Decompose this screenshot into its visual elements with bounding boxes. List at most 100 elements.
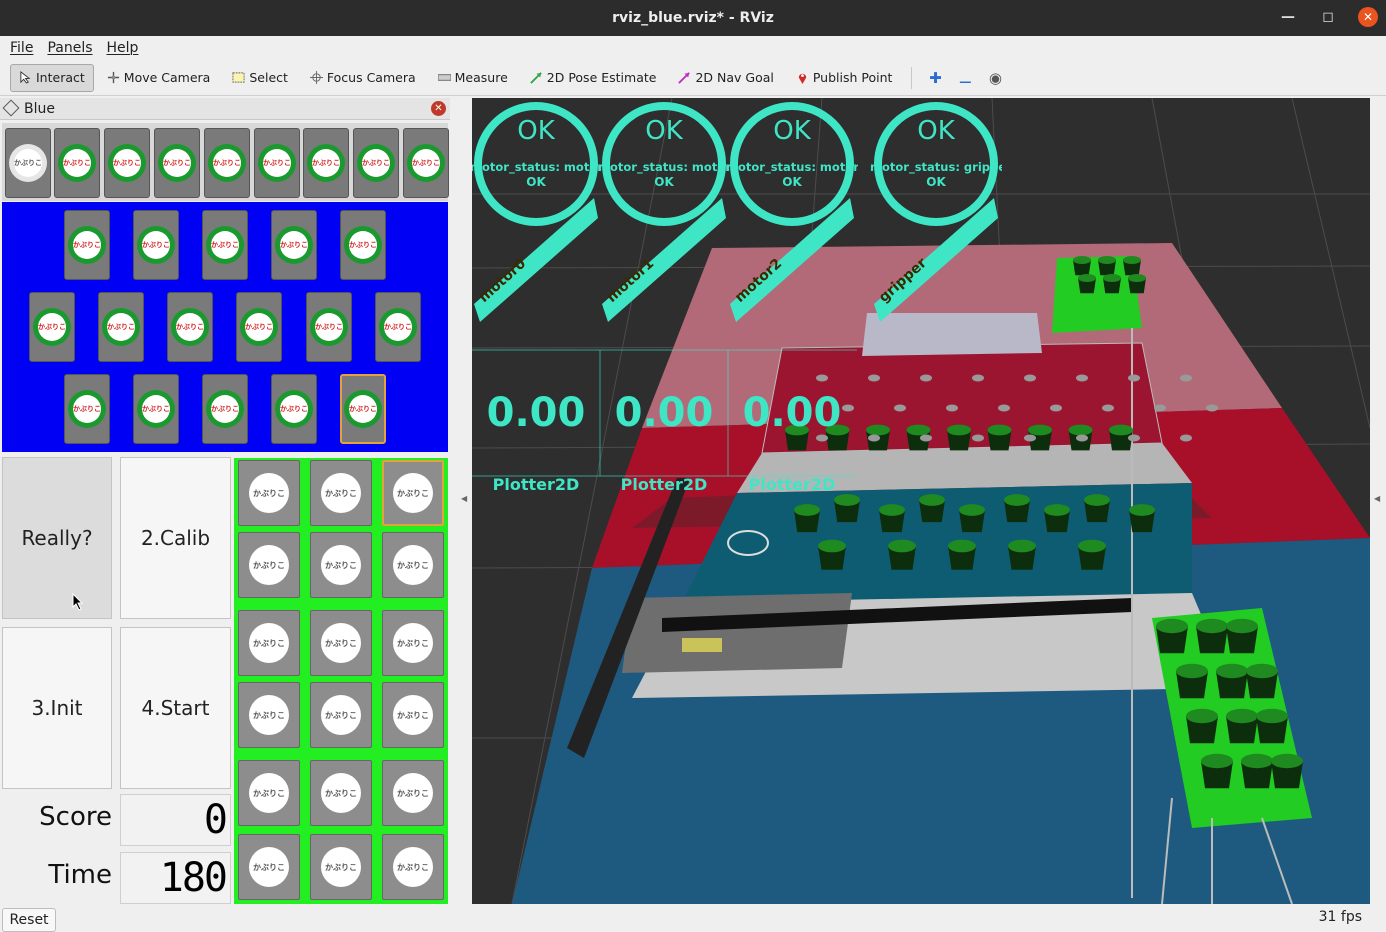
cup-icon bbox=[1044, 504, 1070, 533]
tool-label: Publish Point bbox=[812, 70, 893, 85]
tool-interact[interactable]: Interact bbox=[10, 63, 94, 92]
target-slot[interactable]: かぶりこ bbox=[238, 460, 300, 526]
chip-logo-icon: かぶりこ bbox=[357, 144, 395, 182]
chip-logo-icon: かぶりこ bbox=[208, 144, 246, 182]
gantry-carriage bbox=[622, 593, 852, 673]
remove-tool-icon[interactable]: ⚊ bbox=[952, 69, 978, 87]
motor-ok-label: OK bbox=[517, 116, 555, 146]
snack-chip[interactable]: かぶりこ bbox=[353, 128, 399, 198]
target-slot[interactable]: かぶりこ bbox=[238, 610, 300, 676]
panel-title: Blue bbox=[24, 100, 55, 117]
target-slot[interactable]: かぶりこ bbox=[310, 460, 372, 526]
snack-chip[interactable]: かぶりこ bbox=[303, 128, 349, 198]
target-slot[interactable]: かぶりこ bbox=[310, 532, 372, 598]
snack-chip[interactable]: かぶりこ bbox=[167, 292, 213, 362]
window-title: rviz_blue.rviz* - RViz bbox=[612, 10, 774, 26]
right-dock-splitter[interactable]: ◀ bbox=[1370, 98, 1386, 904]
target-slot[interactable]: かぶりこ bbox=[382, 834, 444, 900]
plot-value: 0.00 bbox=[486, 390, 586, 436]
snack-chip[interactable]: かぶりこ bbox=[202, 374, 248, 444]
target-slot[interactable]: かぶりこ bbox=[382, 610, 444, 676]
target-slot[interactable]: かぶりこ bbox=[310, 682, 372, 748]
snack-chip[interactable]: かぶりこ bbox=[236, 292, 282, 362]
snack-chip[interactable]: かぶりこ bbox=[154, 128, 200, 198]
tool-label: Measure bbox=[454, 70, 508, 85]
target-slot[interactable]: かぶりこ bbox=[382, 760, 444, 826]
menu-file[interactable]: File bbox=[10, 40, 33, 56]
snack-chip[interactable]: かぶりこ bbox=[202, 210, 248, 280]
tool-2d-pose-estimate[interactable]: 2D Pose Estimate bbox=[521, 64, 666, 92]
motor-status-widget: OK motor_status: motor1 OK motor1 0.00 P… bbox=[598, 98, 730, 498]
map-pin-icon bbox=[798, 73, 807, 84]
tool-measure[interactable]: Measure bbox=[429, 64, 517, 92]
snack-chip[interactable]: かぶりこ bbox=[64, 210, 110, 280]
target-slot[interactable]: かぶりこ bbox=[310, 760, 372, 826]
chip-logo-icon: かぶりこ bbox=[393, 773, 433, 813]
panel-close-icon[interactable]: ✕ bbox=[431, 101, 446, 116]
snack-chip[interactable]: かぶりこ bbox=[271, 210, 317, 280]
start-button[interactable]: 4.Start bbox=[120, 627, 231, 789]
add-tool-icon[interactable]: ✚ bbox=[922, 69, 948, 87]
cup-icon bbox=[1129, 504, 1155, 533]
target-slot[interactable]: かぶりこ bbox=[238, 532, 300, 598]
tool-label: 2D Nav Goal bbox=[695, 70, 774, 85]
snack-chip[interactable]: かぶりこ bbox=[254, 128, 300, 198]
init-button[interactable]: 3.Init bbox=[2, 627, 112, 789]
snack-chip[interactable]: かぶりこ bbox=[271, 374, 317, 444]
maximize-icon[interactable]: ◻ bbox=[1318, 6, 1338, 28]
tool-move-camera[interactable]: Move Camera bbox=[98, 64, 220, 92]
target-slot[interactable]: かぶりこ bbox=[238, 682, 300, 748]
snack-chip[interactable]: かぶりこ bbox=[204, 128, 250, 198]
snack-chip[interactable]: かぶりこ bbox=[403, 128, 449, 198]
chip-logo-icon: かぶりこ bbox=[310, 308, 348, 346]
snack-chip[interactable]: かぶりこ bbox=[5, 128, 51, 198]
motor-sub-label: OK bbox=[526, 175, 546, 189]
snack-chip[interactable]: かぶりこ bbox=[133, 374, 179, 444]
tool-focus-camera[interactable]: Focus Camera bbox=[301, 64, 425, 92]
snack-chip[interactable]: かぶりこ bbox=[104, 128, 150, 198]
snack-chip[interactable]: かぶりこ bbox=[98, 292, 144, 362]
eye-icon[interactable]: ◉ bbox=[982, 69, 1008, 87]
target-slot[interactable]: かぶりこ bbox=[382, 460, 444, 526]
menu-help[interactable]: Help bbox=[107, 40, 139, 56]
panel-splitter[interactable]: ◀ bbox=[456, 98, 472, 904]
target-slot[interactable]: かぶりこ bbox=[382, 532, 444, 598]
motor-caption: motor_status: gripper bbox=[870, 160, 1002, 174]
chip-logo-icon: かぶりこ bbox=[275, 226, 313, 264]
really-button[interactable]: Really? bbox=[2, 457, 112, 619]
calib-button[interactable]: 2.Calib bbox=[120, 457, 231, 619]
snack-chip[interactable]: かぶりこ bbox=[306, 292, 352, 362]
close-icon[interactable]: ✕ bbox=[1358, 7, 1378, 27]
target-slot[interactable]: かぶりこ bbox=[310, 610, 372, 676]
snack-chip[interactable]: かぶりこ bbox=[340, 374, 386, 444]
snack-chip[interactable]: かぶりこ bbox=[375, 292, 421, 362]
reset-button[interactable]: Reset bbox=[2, 908, 56, 932]
target-slot[interactable]: かぶりこ bbox=[310, 834, 372, 900]
motor-status-widget: OK motor_status: gripper OK gripper bbox=[870, 98, 1002, 498]
target-slot[interactable]: かぶりこ bbox=[238, 760, 300, 826]
cup-icon bbox=[1004, 494, 1030, 523]
target-slot[interactable]: かぶりこ bbox=[382, 682, 444, 748]
chip-logo-icon: かぶりこ bbox=[206, 390, 244, 428]
collapse-left-icon[interactable]: ◀ bbox=[461, 494, 467, 503]
chip-logo-icon: かぶりこ bbox=[137, 226, 175, 264]
tool-publish-point[interactable]: Publish Point bbox=[787, 64, 902, 92]
snack-chip[interactable]: かぶりこ bbox=[340, 210, 386, 280]
tool-select[interactable]: Select bbox=[223, 64, 297, 92]
snack-chip[interactable]: かぶりこ bbox=[133, 210, 179, 280]
tool-2d-nav-goal[interactable]: 2D Nav Goal bbox=[669, 64, 782, 92]
chip-logo-icon: かぶりこ bbox=[393, 623, 433, 663]
minimize-icon[interactable]: — bbox=[1278, 6, 1298, 28]
chip-logo-icon: かぶりこ bbox=[321, 695, 361, 735]
cup-icon bbox=[888, 539, 916, 570]
chip-logo-icon: かぶりこ bbox=[68, 226, 106, 264]
snack-chip[interactable]: かぶりこ bbox=[64, 374, 110, 444]
snack-chip[interactable]: かぶりこ bbox=[54, 128, 100, 198]
target-slot[interactable]: かぶりこ bbox=[238, 834, 300, 900]
render-viewport[interactable]: OK motor_status: motor0 OK motor0 0.00 P… bbox=[472, 98, 1370, 904]
chip-logo-icon: かぶりこ bbox=[171, 308, 209, 346]
chip-logo-icon: かぶりこ bbox=[58, 144, 96, 182]
snack-chip[interactable]: かぶりこ bbox=[29, 292, 75, 362]
collapse-right-icon[interactable]: ◀ bbox=[1374, 494, 1380, 503]
menu-panels[interactable]: Panels bbox=[47, 40, 92, 56]
